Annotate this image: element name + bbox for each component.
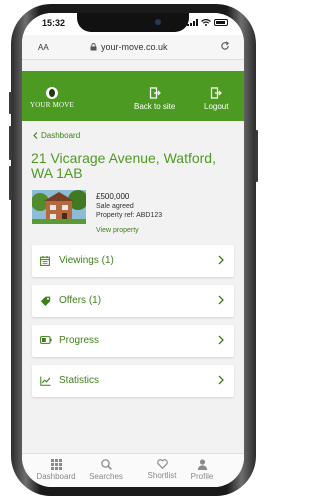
calendar-icon	[40, 256, 50, 266]
breadcrumb-label: Dashboard	[41, 131, 81, 140]
person-icon	[197, 459, 207, 470]
phone-side-button	[9, 92, 12, 114]
chevron-right-icon	[218, 335, 224, 345]
back-to-site-label: Back to site	[134, 102, 176, 111]
sale-status: Sale agreed	[96, 203, 134, 210]
browser-address-bar[interactable]: AA your-move.co.uk	[22, 35, 244, 60]
offers-label: Offers (1)	[59, 295, 102, 306]
chevron-right-icon	[218, 295, 224, 305]
site-header: YOUR MOVE Back to site Logout	[22, 71, 244, 121]
tab-profile-label: Profile	[190, 472, 214, 481]
property-thumbnail[interactable]	[32, 190, 86, 224]
battery-status-icon	[214, 19, 228, 26]
viewings-label: Viewings (1)	[59, 255, 114, 266]
battery-icon	[40, 336, 52, 344]
property-ref: Property ref: ABD123	[96, 212, 163, 219]
your-move-logo[interactable]: YOUR MOVE	[30, 87, 74, 109]
offers-card[interactable]: Offers (1)	[32, 285, 234, 317]
chart-icon	[40, 376, 51, 386]
chevron-left-icon	[33, 132, 38, 139]
tab-searches-label: Searches	[89, 472, 123, 481]
logout-label: Logout	[204, 102, 229, 111]
lock-icon	[90, 43, 97, 51]
tab-shortlist-label: Shortlist	[147, 471, 177, 480]
breadcrumb[interactable]: Dashboard	[33, 131, 80, 140]
back-to-site-button[interactable]: Back to site	[134, 87, 175, 111]
progress-label: Progress	[59, 335, 100, 346]
chevron-right-icon	[218, 375, 224, 385]
view-property-link[interactable]: View property	[96, 227, 139, 234]
url-field[interactable]: your-move.co.uk	[90, 42, 168, 52]
front-camera	[155, 19, 161, 25]
phone-notch	[77, 13, 189, 32]
status-time: 15:32	[42, 18, 66, 28]
statistics-card[interactable]: Statistics	[32, 365, 234, 397]
phone-screen: 15:32 AA your-move.co.uk YOUR MOVE Back …	[22, 13, 244, 487]
heart-icon	[156, 459, 168, 469]
logo-text: YOUR MOVE	[30, 101, 74, 109]
tab-profile[interactable]: Profile	[180, 459, 224, 481]
exit-door-icon	[149, 87, 161, 99]
phone-side-button	[9, 166, 12, 200]
search-icon	[100, 459, 112, 470]
url-text: your-move.co.uk	[101, 42, 168, 52]
chevron-right-icon	[218, 255, 224, 265]
text-size-button[interactable]: AA	[38, 43, 49, 52]
progress-card[interactable]: Progress	[32, 325, 234, 357]
tab-dashboard-label: Dashboard	[36, 472, 76, 481]
status-icons	[187, 19, 228, 26]
tab-shortlist[interactable]: Shortlist	[140, 459, 184, 480]
phone-side-button	[255, 130, 258, 182]
property-address: 21 Vicarage Avenue, Watford, WA 1AB	[31, 150, 216, 181]
house-photo-icon	[32, 190, 86, 224]
logo-mark-icon	[46, 87, 58, 99]
tab-searches[interactable]: Searches	[84, 459, 128, 481]
bottom-tab-bar: Dashboard Searches Shortlist Profile	[22, 453, 244, 487]
logout-icon	[211, 87, 223, 99]
phone-side-button	[9, 126, 12, 160]
wifi-icon	[201, 19, 211, 26]
property-price: £500,000	[96, 192, 130, 201]
viewings-card[interactable]: Viewings (1)	[32, 245, 234, 277]
statistics-label: Statistics	[59, 375, 100, 386]
grid-icon	[50, 459, 62, 470]
tab-dashboard[interactable]: Dashboard	[34, 459, 78, 481]
logout-button[interactable]: Logout	[204, 87, 228, 111]
reload-icon[interactable]	[220, 41, 230, 51]
tag-icon	[40, 296, 51, 306]
